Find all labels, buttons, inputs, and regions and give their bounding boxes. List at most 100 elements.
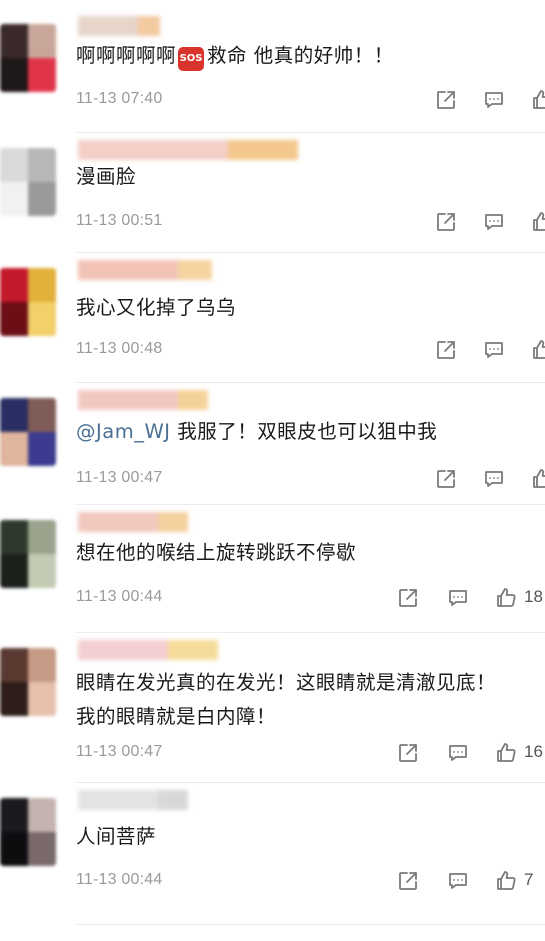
share-icon[interactable] xyxy=(434,210,458,234)
divider xyxy=(76,382,545,383)
thumbs-up-icon[interactable] xyxy=(530,210,545,234)
username-blur-b xyxy=(158,790,188,810)
avatar[interactable] xyxy=(0,268,56,336)
comment-icon[interactable] xyxy=(446,586,470,610)
timestamp: 11-13 00:48 xyxy=(76,340,163,357)
comment-text: 人间菩萨 xyxy=(76,825,157,848)
comment-text: 想在他的喉结上旋转跳跃不停歇 xyxy=(76,541,357,564)
timestamp: 11-13 00:51 xyxy=(76,212,163,229)
divider xyxy=(76,782,545,783)
comment-icon[interactable] xyxy=(482,338,506,362)
divider xyxy=(76,504,545,505)
username-blur-a xyxy=(78,390,178,410)
comment-text: 啊啊啊啊啊 SOS 救命 他真的好帅！！ xyxy=(76,43,394,71)
share-icon[interactable] xyxy=(434,338,458,362)
username-blur-b xyxy=(178,260,212,280)
avatar-pixel xyxy=(28,798,56,832)
divider xyxy=(76,632,545,633)
timestamp: 11-13 07:40 xyxy=(76,90,163,107)
username-blur-b xyxy=(178,390,208,410)
avatar-pixel xyxy=(0,682,28,716)
avatar-pixel xyxy=(28,398,56,432)
sos-badge: SOS xyxy=(178,47,205,71)
comment-text: @Jam_WJ 我服了！双眼皮也可以狙中我 xyxy=(76,419,437,445)
comment-text: 眼睛在发光真的在发光！这眼睛就是清澈见底！ xyxy=(76,671,497,694)
username[interactable] xyxy=(78,140,298,160)
divider xyxy=(76,924,545,925)
avatar-pixel xyxy=(28,268,56,302)
like-count: 18 xyxy=(524,587,543,606)
divider xyxy=(76,252,545,253)
username-blur-a xyxy=(78,140,228,160)
timestamp: 11-13 00:44 xyxy=(76,588,163,605)
avatar[interactable] xyxy=(0,398,56,466)
share-icon[interactable] xyxy=(396,586,420,610)
username-blur-b xyxy=(138,16,160,36)
comment-text: 我心又化掉了乌乌 xyxy=(76,296,237,319)
avatar-pixel xyxy=(0,798,28,832)
timestamp: 11-13 00:44 xyxy=(76,871,163,888)
comment-icon[interactable] xyxy=(482,88,506,112)
username[interactable] xyxy=(78,640,218,660)
comment-text-part: 救命 他真的好帅！！ xyxy=(207,44,394,67)
thumbs-up-icon[interactable] xyxy=(530,88,545,112)
username[interactable] xyxy=(78,512,188,532)
thumbs-up-icon[interactable] xyxy=(494,741,518,765)
thumbs-up-icon[interactable] xyxy=(494,869,518,893)
comment-text-part: 啊啊啊啊啊 xyxy=(76,44,177,67)
thumbs-up-icon[interactable] xyxy=(530,467,545,491)
comment-feed: 啊啊啊啊啊 SOS 救命 他真的好帅！！ 11-13 07:40 漫画脸 11-13 00… xyxy=(0,0,545,941)
avatar-pixel xyxy=(28,554,56,588)
username[interactable] xyxy=(78,390,208,410)
share-icon[interactable] xyxy=(396,741,420,765)
avatar[interactable] xyxy=(0,148,56,216)
comment-icon[interactable] xyxy=(482,210,506,234)
avatar-pixel xyxy=(0,268,28,302)
username[interactable] xyxy=(78,16,160,36)
avatar-pixel xyxy=(0,24,28,58)
timestamp: 11-13 00:47 xyxy=(76,469,163,486)
avatar-pixel xyxy=(0,148,28,182)
like-count: 7 xyxy=(524,870,534,889)
avatar[interactable] xyxy=(0,648,56,716)
like-count: 16 xyxy=(524,742,543,761)
avatar-pixel xyxy=(0,648,28,682)
username-blur-b xyxy=(228,140,298,160)
avatar-pixel xyxy=(0,432,28,466)
avatar-pixel xyxy=(0,58,28,92)
timestamp: 11-13 00:47 xyxy=(76,743,163,760)
avatar[interactable] xyxy=(0,798,56,866)
thumbs-up-icon[interactable] xyxy=(530,338,545,362)
comment-icon[interactable] xyxy=(446,869,470,893)
avatar-pixel xyxy=(0,832,28,866)
avatar-pixel xyxy=(28,432,56,466)
avatar[interactable] xyxy=(0,520,56,588)
avatar-pixel xyxy=(0,302,28,336)
share-icon[interactable] xyxy=(434,467,458,491)
username-blur-a xyxy=(78,790,158,810)
username-blur-b xyxy=(168,640,218,660)
comment-icon[interactable] xyxy=(446,741,470,765)
thumbs-up-icon[interactable] xyxy=(494,586,518,610)
comment-icon[interactable] xyxy=(482,467,506,491)
divider xyxy=(76,132,545,133)
avatar[interactable] xyxy=(0,24,56,92)
comment-text: 漫画脸 xyxy=(76,165,137,188)
avatar-pixel xyxy=(28,58,56,92)
share-icon[interactable] xyxy=(396,869,420,893)
username-blur-a xyxy=(78,16,138,36)
avatar-pixel xyxy=(28,302,56,336)
mention-link[interactable]: @Jam_WJ xyxy=(76,420,170,443)
username-blur-b xyxy=(158,512,188,532)
avatar-pixel xyxy=(28,520,56,554)
username[interactable] xyxy=(78,790,188,810)
avatar-pixel xyxy=(28,832,56,866)
avatar-pixel xyxy=(28,182,56,216)
avatar-pixel xyxy=(0,554,28,588)
share-icon[interactable] xyxy=(434,88,458,112)
avatar-pixel xyxy=(0,520,28,554)
username[interactable] xyxy=(78,260,212,280)
avatar-pixel xyxy=(28,682,56,716)
avatar-pixel xyxy=(0,398,28,432)
username-blur-a xyxy=(78,260,178,280)
